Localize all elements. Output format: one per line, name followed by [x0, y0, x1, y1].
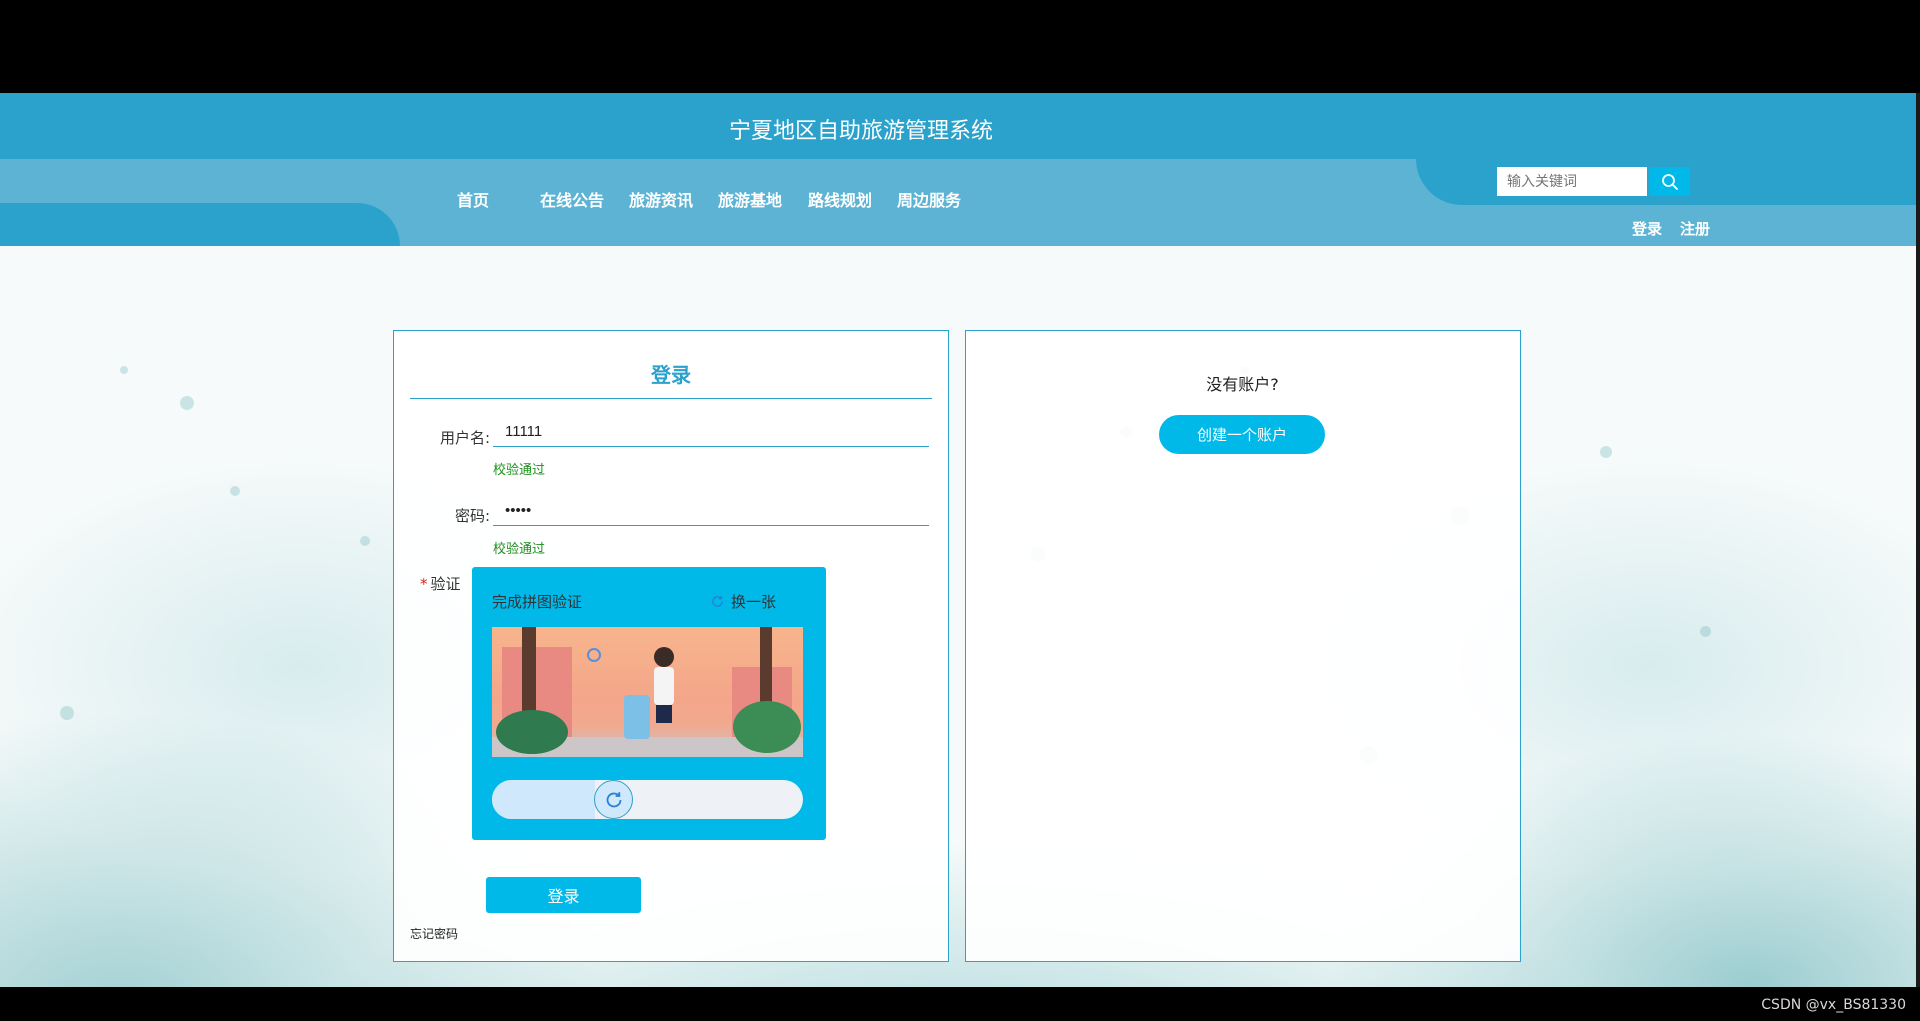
header-nav-bar: 首页 在线公告 旅游资讯 旅游基地 路线规划 周边服务 登录 注册 [0, 159, 1916, 246]
register-link[interactable]: 注册 [1680, 218, 1710, 239]
password-input[interactable] [493, 496, 929, 526]
login-link[interactable]: 登录 [1632, 218, 1662, 239]
no-account-text: 没有账户? [1206, 375, 1279, 394]
login-title: 登录 [410, 359, 932, 399]
login-panel: 登录 用户名: 校验通过 密码: 校验通过 *验证 完成拼图验证 换一张 [393, 330, 949, 962]
username-status: 校验通过 [493, 463, 546, 478]
browser-viewport: 宁夏地区自助旅游管理系统 首页 在线公告 旅游资讯 旅游基地 路线规划 周边服务… [0, 93, 1916, 987]
username-input[interactable] [493, 417, 929, 447]
vertical-scrollbar[interactable] [1916, 93, 1920, 987]
nav-nearby-services[interactable]: 周边服务 [897, 187, 961, 211]
search-button[interactable] [1649, 167, 1690, 196]
nav-home[interactable]: 首页 [457, 187, 489, 211]
captcha-slider-track[interactable] [492, 780, 803, 819]
search-icon [1661, 173, 1678, 190]
login-submit-button[interactable]: 登录 [486, 877, 641, 913]
refresh-icon [606, 791, 621, 807]
nav-announcements[interactable]: 在线公告 [540, 187, 604, 211]
captcha-puzzle-image [492, 627, 803, 757]
nav-route-planning[interactable]: 路线规划 [808, 187, 872, 211]
captcha-refresh-button[interactable]: 换一张 [710, 591, 776, 612]
password-status: 校验通过 [493, 542, 546, 557]
forgot-password-link[interactable]: 忘记密码 [410, 925, 458, 942]
register-panel: 没有账户? 创建一个账户 [965, 330, 1521, 962]
captcha-hint: 完成拼图验证 [492, 593, 583, 611]
username-label: 用户名: [439, 429, 490, 447]
verify-label: * 验证 [420, 573, 461, 594]
site-title: 宁夏地区自助旅游管理系统 [728, 119, 993, 144]
create-account-button[interactable]: 创建一个账户 [1159, 415, 1325, 454]
captcha-slider-handle[interactable] [594, 780, 633, 819]
nav-travel-news[interactable]: 旅游资讯 [629, 187, 693, 211]
watercolor-background [0, 246, 1916, 987]
nav-travel-bases[interactable]: 旅游基地 [718, 187, 782, 211]
captcha-illustration [492, 627, 803, 757]
puzzle-captcha: 完成拼图验证 换一张 [472, 567, 826, 840]
refresh-icon [712, 595, 723, 607]
watermark: CSDN @vx_BS81330 [1761, 997, 1906, 1013]
verify-label-text: 验证 [430, 575, 461, 593]
required-star: * [420, 575, 428, 593]
captcha-refresh-label: 换一张 [731, 593, 777, 611]
password-label: 密码: [454, 507, 490, 525]
search-input[interactable] [1497, 167, 1647, 196]
header-title-bar: 宁夏地区自助旅游管理系统 [0, 93, 1916, 159]
